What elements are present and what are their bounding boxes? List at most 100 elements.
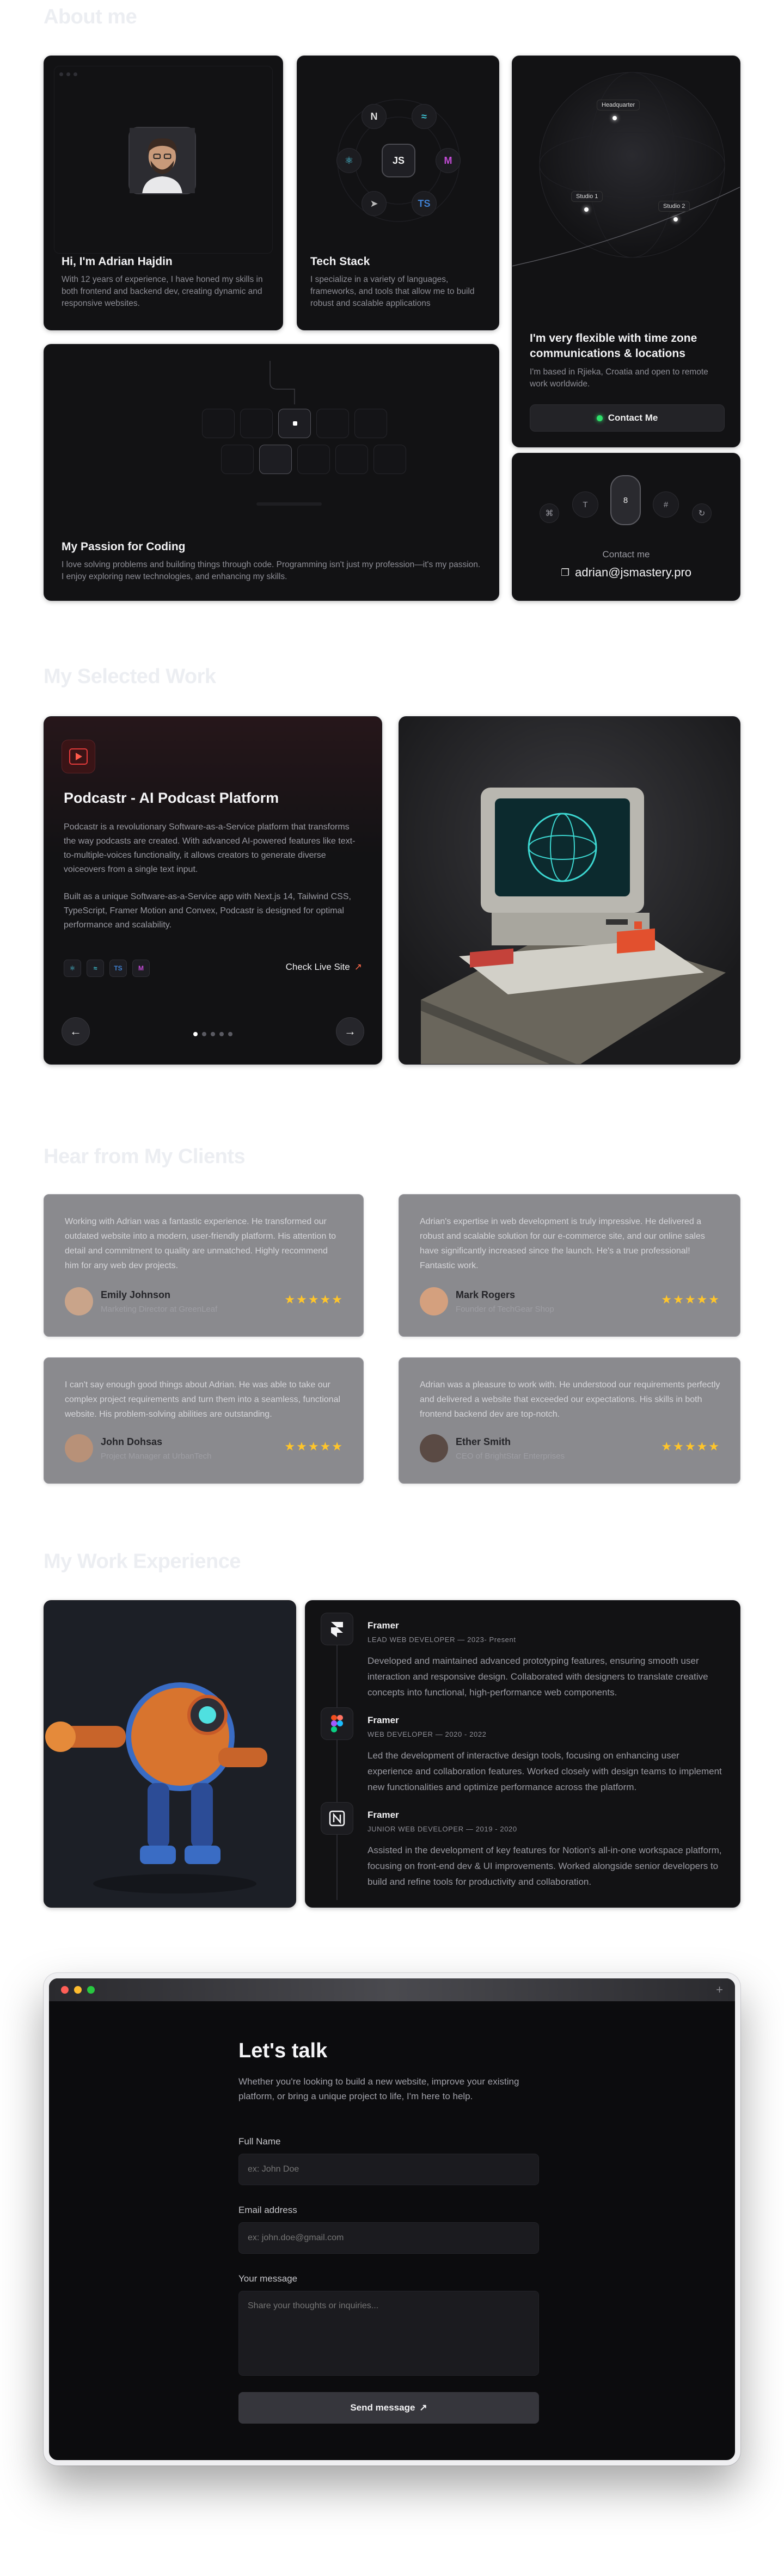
contact-email: adrian@jsmastery.pro <box>575 565 692 579</box>
rating-stars: ★★★★★ <box>661 1293 720 1306</box>
send-message-label: Send message <box>350 2402 415 2413</box>
exp-company: Framer <box>367 1810 399 1820</box>
space-key <box>256 502 322 506</box>
react-icon: ⚛ <box>336 148 362 173</box>
nextjs-icon: N <box>362 104 387 129</box>
key-bubble-main: 8 <box>610 475 641 525</box>
tech-stack-text: I specialize in a variety of languages, … <box>310 275 475 308</box>
check-live-site-link[interactable]: Check Live Site ↗ <box>286 962 362 973</box>
send-message-button[interactable]: Send message ↗ <box>238 2392 539 2424</box>
email-label: Email address <box>238 2205 297 2215</box>
maximize-window-icon[interactable] <box>87 1986 95 1994</box>
key <box>373 445 406 474</box>
project-desc-1: Podcastr is a revolutionary Software-as-… <box>64 822 356 874</box>
exp-role: LEAD WEB DEVELOPER — 2023- Present <box>367 1636 516 1644</box>
testimonial-role: CEO of BrightStar Enterprises <box>456 1452 565 1461</box>
exp-description: Assisted in the development of key featu… <box>367 1845 722 1887</box>
contact-subtitle: Whether you're looking to build a new we… <box>238 2076 519 2101</box>
avatar <box>420 1434 448 1462</box>
exp-description: Led the development of interactive desig… <box>367 1750 722 1792</box>
retro-computer-illustration <box>421 788 726 1064</box>
motion-icon: M <box>436 148 461 173</box>
timeline-line <box>336 1644 338 1900</box>
exp-role: JUNIOR WEB DEVELOPER — 2019 - 2020 <box>367 1825 517 1833</box>
key-active <box>259 445 292 474</box>
testimonial-role: Founder of TechGear Shop <box>456 1305 554 1314</box>
key-bubble: ⌘ <box>540 503 559 523</box>
next-slide-button[interactable]: → <box>336 1017 364 1046</box>
pager-dot[interactable] <box>228 1032 232 1036</box>
avatar <box>65 1434 93 1462</box>
pager-dot[interactable] <box>193 1032 198 1036</box>
passion-card: My Passion for Coding I love solving pro… <box>44 344 499 601</box>
project-desc-2: Built as a unique Software-as-a-Service … <box>64 892 351 930</box>
key-active <box>278 409 311 438</box>
exp-company: Framer <box>367 1715 399 1725</box>
passion-title: My Passion for Coding <box>62 540 186 553</box>
key <box>297 445 330 474</box>
full-name-input[interactable] <box>238 2154 539 2185</box>
window-title-bar: + <box>49 1978 735 2001</box>
pin-label-studio1: Studio 1 <box>571 191 603 202</box>
minimize-window-icon[interactable] <box>74 1986 82 1994</box>
notion-icon <box>321 1802 353 1835</box>
framer-icon: ➤ <box>362 191 387 216</box>
arrow-up-right-icon: ↗ <box>354 962 362 972</box>
pager-dot[interactable] <box>202 1032 206 1036</box>
typescript-icon: TS <box>109 960 127 977</box>
tailwind-icon: ≈ <box>412 104 437 129</box>
typescript-icon: TS <box>412 191 437 216</box>
exp-company: Framer <box>367 1620 399 1631</box>
key-bubble: T <box>572 491 598 518</box>
pin-headquarter <box>612 116 617 120</box>
testimonial-card: I can't say enough good things about Adr… <box>44 1357 364 1484</box>
pager-dot[interactable] <box>211 1032 215 1036</box>
key <box>354 409 387 438</box>
copy-icon[interactable]: ❐ <box>561 567 569 579</box>
location-text: I'm based in Rjieka, Croatia and open to… <box>530 367 708 389</box>
testimonial-card: Adrian was a pleasure to work with. He u… <box>399 1357 740 1484</box>
testimonial-role: Marketing Director at GreenLeaf <box>101 1305 218 1314</box>
email-input[interactable] <box>238 2222 539 2254</box>
contact-label: Contact me <box>602 549 650 560</box>
figma-icon <box>321 1707 353 1740</box>
plus-icon[interactable]: + <box>716 1983 723 1997</box>
orbit-rings <box>337 99 460 222</box>
testimonial-card: Adrian's expertise in web development is… <box>399 1194 740 1337</box>
rating-stars: ★★★★★ <box>284 1440 344 1453</box>
project-card: Podcastr - AI Podcast Platform Podcastr … <box>44 716 382 1065</box>
arrow-up-right-icon: ↗ <box>419 2402 427 2413</box>
rating-stars: ★★★★★ <box>661 1440 720 1453</box>
contact-me-label: Contact Me <box>608 413 658 423</box>
contact-window: + Let's talk Whether you're looking to b… <box>44 1973 740 2466</box>
location-card: Headquarter Studio 1 Studio 2 I'm very f… <box>512 56 740 447</box>
cable-line <box>270 361 295 404</box>
pin-studio1 <box>584 207 589 212</box>
email-row[interactable]: ❐ adrian@jsmastery.pro <box>512 565 740 580</box>
contact-me-button[interactable]: Contact Me <box>530 404 725 432</box>
project-title: Podcastr - AI Podcast Platform <box>64 790 279 806</box>
close-window-icon[interactable] <box>61 1986 69 1994</box>
pin-label-studio2: Studio 2 <box>658 201 690 212</box>
pin-studio2 <box>673 217 678 222</box>
project-preview-image <box>399 716 740 1065</box>
testimonial-name: Ether Smith <box>456 1436 511 1447</box>
project-tech-list: ⚛ ≈ TS M <box>64 960 150 977</box>
about-section-title: About me <box>44 5 137 28</box>
work-section-title: My Selected Work <box>44 665 216 688</box>
message-textarea[interactable] <box>238 2291 539 2376</box>
key <box>240 409 273 438</box>
testimonial-name: Emily Johnson <box>101 1289 171 1300</box>
message-label: Your message <box>238 2273 298 2284</box>
exp-description: Developed and maintained advanced protot… <box>367 1656 708 1698</box>
react-icon: ⚛ <box>64 960 81 977</box>
passion-text: I love solving problems and building thi… <box>62 560 481 581</box>
status-dot <box>596 415 603 421</box>
avatar <box>65 1287 93 1315</box>
pager-dot[interactable] <box>219 1032 224 1036</box>
testimonials-section-title: Hear from My Clients <box>44 1145 246 1168</box>
experience-section-title: My Work Experience <box>44 1550 241 1573</box>
avatar <box>420 1287 448 1315</box>
location-title: I'm very flexible with time zone communi… <box>530 332 697 360</box>
testimonial-role: Project Manager at UrbanTech <box>101 1452 212 1461</box>
